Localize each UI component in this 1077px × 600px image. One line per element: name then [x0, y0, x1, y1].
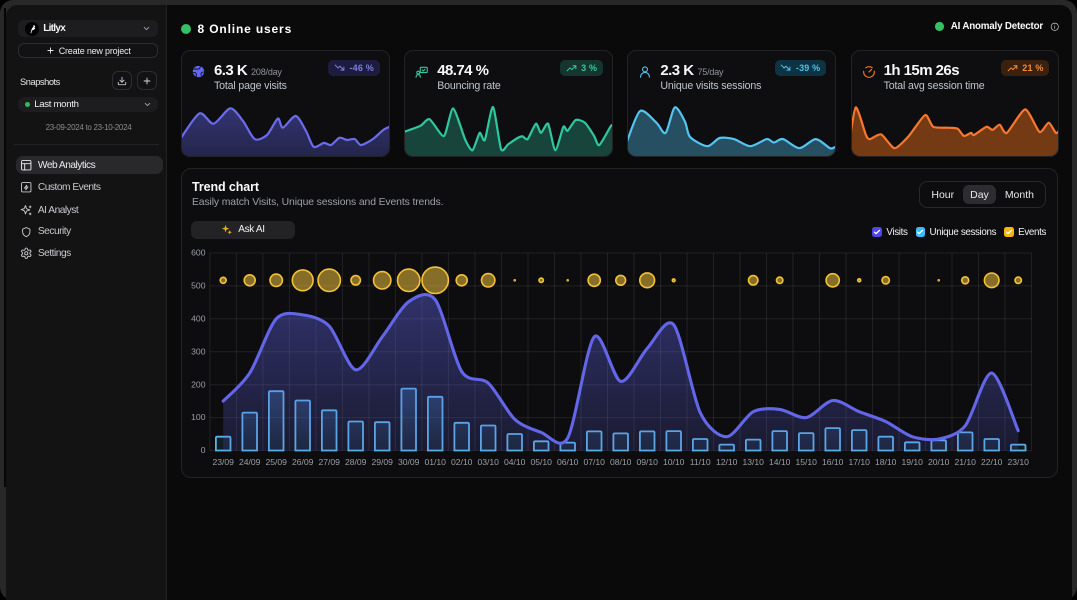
- svg-text:05/10: 05/10: [530, 457, 552, 467]
- svg-text:400: 400: [191, 313, 206, 323]
- svg-text:21/10: 21/10: [954, 457, 976, 467]
- svg-text:12/10: 12/10: [716, 457, 738, 467]
- svg-text:29/09: 29/09: [371, 457, 393, 467]
- svg-text:18/10: 18/10: [875, 457, 897, 467]
- svg-text:01/10: 01/10: [424, 457, 446, 467]
- svg-text:03/10: 03/10: [477, 457, 499, 467]
- svg-text:27/09: 27/09: [318, 457, 340, 467]
- svg-text:10/10: 10/10: [663, 457, 685, 467]
- svg-text:14/10: 14/10: [769, 457, 791, 467]
- svg-text:30/09: 30/09: [398, 457, 420, 467]
- svg-text:200: 200: [191, 379, 206, 389]
- svg-text:13/10: 13/10: [742, 457, 764, 467]
- svg-text:600: 600: [191, 248, 206, 258]
- svg-text:08/10: 08/10: [610, 457, 632, 467]
- svg-text:17/10: 17/10: [848, 457, 870, 467]
- svg-text:16/10: 16/10: [822, 457, 844, 467]
- svg-text:0: 0: [201, 445, 206, 455]
- svg-text:23/10: 23/10: [1007, 457, 1029, 467]
- svg-text:500: 500: [191, 281, 206, 291]
- svg-text:100: 100: [191, 412, 206, 422]
- svg-text:07/10: 07/10: [583, 457, 605, 467]
- svg-text:24/09: 24/09: [239, 457, 261, 467]
- svg-text:06/10: 06/10: [557, 457, 579, 467]
- svg-text:19/10: 19/10: [901, 457, 923, 467]
- svg-text:09/10: 09/10: [636, 457, 658, 467]
- svg-text:28/09: 28/09: [345, 457, 367, 467]
- svg-text:02/10: 02/10: [451, 457, 473, 467]
- svg-text:26/09: 26/09: [292, 457, 314, 467]
- svg-text:11/10: 11/10: [690, 457, 711, 467]
- svg-text:300: 300: [191, 346, 206, 356]
- svg-text:25/09: 25/09: [265, 457, 287, 467]
- svg-text:23/09: 23/09: [212, 457, 234, 467]
- svg-text:04/10: 04/10: [504, 457, 526, 467]
- svg-text:20/10: 20/10: [928, 457, 950, 467]
- svg-text:15/10: 15/10: [795, 457, 817, 467]
- svg-text:22/10: 22/10: [981, 457, 1003, 467]
